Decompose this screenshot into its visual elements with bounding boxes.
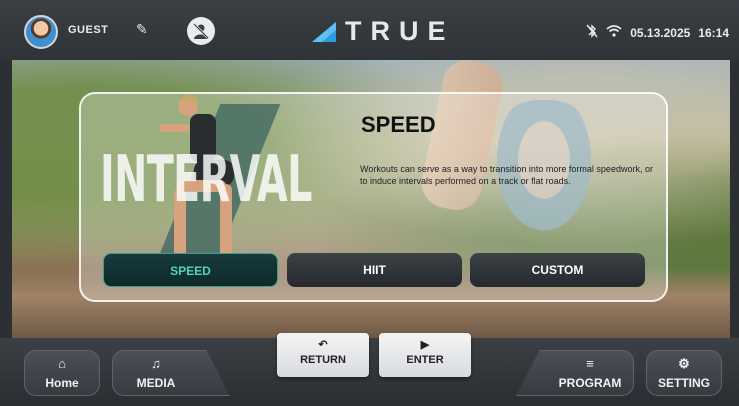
return-label: RETURN [300,354,346,366]
return-arrow-icon: ↶ [318,339,328,351]
bluetooth-off-icon[interactable] [586,24,598,41]
privacy-icon[interactable] [187,17,215,45]
home-button[interactable]: ⌂ Home [24,350,100,396]
enter-button[interactable]: ▶ ENTER [379,333,471,377]
category-watermark: INTERVAL [100,143,312,217]
logo-text: TRUE [345,16,455,46]
logo-mark-icon [312,22,336,42]
enter-arrow-icon: ▶ [420,339,430,351]
home-icon: ⌂ [58,356,66,371]
return-button[interactable]: ↶ RETURN [277,333,369,377]
time-text: 16:14 [698,25,729,40]
mode-hiit-button[interactable]: HIIT [287,253,462,287]
user-name[interactable]: GUEST [68,24,108,36]
setting-button[interactable]: ⚙ SETTING [646,350,722,396]
mode-speed-button[interactable]: SPEED [103,253,278,287]
wifi-icon[interactable] [606,25,622,40]
user-avatar[interactable] [24,15,58,49]
status-area: 05.13.2025 16:14 [586,24,729,41]
enter-label: ENTER [406,354,444,366]
gear-icon: ⚙ [678,356,690,371]
date-text: 05.13.2025 [630,25,691,40]
program-description: Workouts can serve as a way to transitio… [360,164,653,186]
list-icon: ≡ [586,356,594,371]
mode-custom-button[interactable]: CUSTOM [470,253,645,287]
program-title: SPEED [361,112,436,137]
top-bar: GUEST ✎ TRUE 05.13.2025 16:14 [0,0,739,60]
pencil-icon[interactable]: ✎ [136,21,148,38]
setting-label: SETTING [657,376,710,390]
program-label: PROGRAM [558,376,622,390]
home-label: Home [45,376,79,390]
